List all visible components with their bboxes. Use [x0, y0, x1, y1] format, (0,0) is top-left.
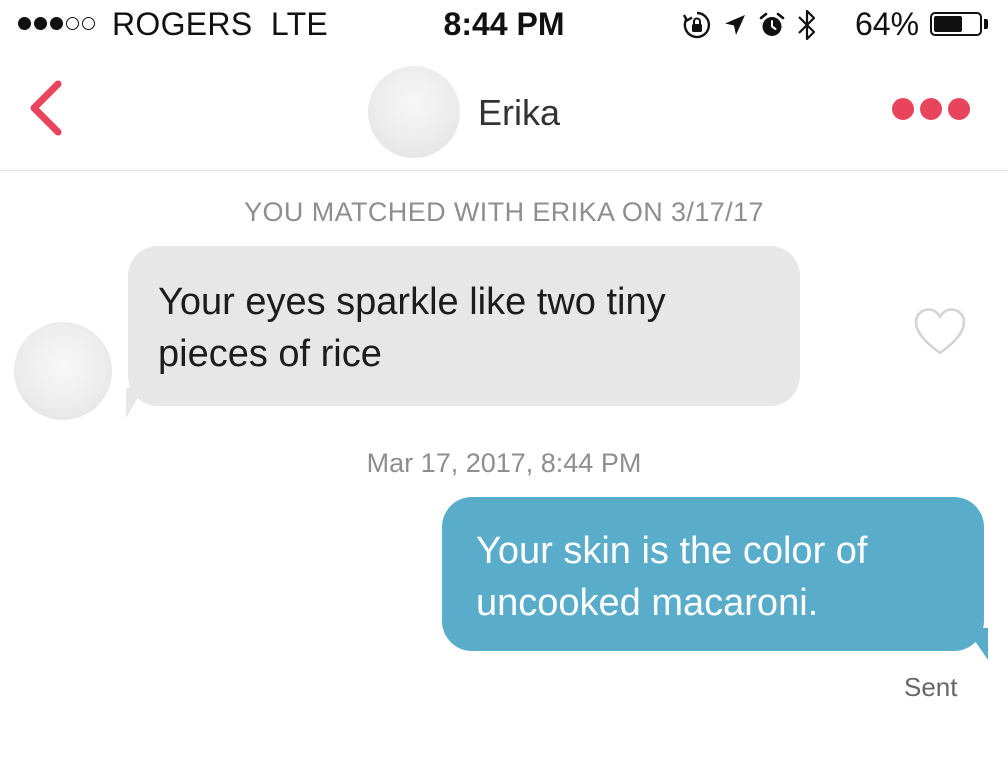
alarm-clock-icon	[759, 12, 785, 36]
outgoing-message-bubble[interactable]: Your skin is the color of uncooked macar…	[442, 497, 984, 651]
heart-outline-icon	[914, 308, 966, 355]
location-arrow-icon	[725, 15, 745, 35]
battery-icon	[930, 12, 982, 36]
sender-avatar[interactable]	[14, 322, 112, 420]
bluetooth-icon	[798, 9, 816, 41]
message-timestamp: Mar 17, 2017, 8:44 PM	[366, 448, 642, 478]
rotation-lock-icon	[682, 11, 711, 39]
more-dots-icon	[892, 98, 914, 120]
chat-header: Erika	[0, 52, 1008, 171]
chevron-left-icon	[30, 80, 62, 136]
sent-status: Sent	[904, 672, 958, 702]
battery-level-fill	[934, 16, 962, 32]
contact-avatar[interactable]	[368, 66, 460, 158]
match-banner: YOU MATCHED WITH ERIKA ON 3/17/17	[244, 197, 764, 227]
incoming-message-bubble[interactable]: Your eyes sparkle like two tiny pieces o…	[128, 246, 800, 406]
contact-name[interactable]: Erika	[478, 92, 560, 134]
like-button[interactable]	[912, 306, 968, 358]
more-options-button[interactable]	[890, 92, 972, 126]
battery-percentage: 64%	[855, 6, 920, 42]
status-bar: ROGERS LTE 8:44 PM 64%	[0, 0, 1008, 52]
back-button[interactable]	[22, 76, 70, 140]
